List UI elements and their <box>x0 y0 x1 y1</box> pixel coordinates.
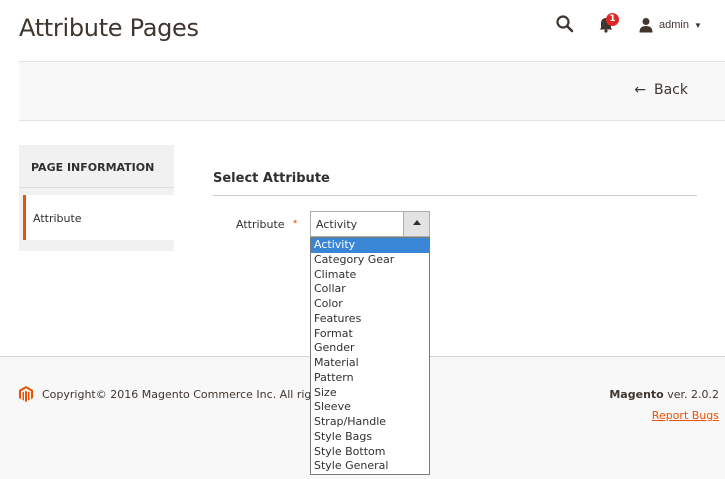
chevron-up-icon <box>413 220 421 225</box>
dropdown-option-activity[interactable]: Activity <box>311 238 429 253</box>
page-title: Attribute Pages <box>19 14 199 42</box>
attribute-field-label: Attribute <box>236 218 285 231</box>
dropdown-option-strap-handle[interactable]: Strap/Handle <box>311 415 429 430</box>
caret-down-icon: ▼ <box>693 20 702 30</box>
back-button-label: Back <box>654 82 688 98</box>
dropdown-option-material[interactable]: Material <box>311 356 429 371</box>
fieldset-title: Select Attribute <box>213 171 330 186</box>
dropdown-option-climate[interactable]: Climate <box>311 268 429 283</box>
dropdown-option-style-general[interactable]: Style General <box>311 459 429 474</box>
report-bugs-link[interactable]: Report Bugs <box>652 409 719 422</box>
side-nav: PAGE INFORMATION Attribute <box>19 145 174 251</box>
page-header: Attribute Pages 1 admin ▼ <box>0 0 725 60</box>
attribute-select-value: Activity <box>316 218 358 231</box>
brand-name: Magento <box>609 388 664 401</box>
page-actions-bar: ← Back <box>19 61 725 121</box>
dropdown-option-sleeve[interactable]: Sleeve <box>311 400 429 415</box>
dropdown-option-features[interactable]: Features <box>311 312 429 327</box>
magento-logo-icon <box>19 386 33 402</box>
version-text: Magento ver. 2.0.2 <box>609 388 719 401</box>
notification-badge[interactable]: 1 <box>606 13 619 26</box>
back-arrow-icon: ← <box>634 82 646 98</box>
fieldset-divider <box>213 195 697 196</box>
back-button[interactable]: ← Back <box>634 82 688 98</box>
required-marker: * <box>293 218 298 230</box>
dropdown-option-pattern[interactable]: Pattern <box>311 371 429 386</box>
dropdown-option-gender[interactable]: Gender <box>311 341 429 356</box>
dropdown-option-category-gear[interactable]: Category Gear <box>311 253 429 268</box>
select-toggle-button[interactable] <box>403 212 429 236</box>
side-nav-item-attribute[interactable]: Attribute <box>23 195 174 240</box>
dropdown-option-collar[interactable]: Collar <box>311 282 429 297</box>
version-number: ver. 2.0.2 <box>667 388 719 401</box>
user-menu[interactable]: admin ▼ <box>639 15 702 35</box>
dropdown-option-color[interactable]: Color <box>311 297 429 312</box>
dropdown-option-format[interactable]: Format <box>311 327 429 342</box>
user-name: admin <box>659 19 689 31</box>
dropdown-option-style-bottom[interactable]: Style Bottom <box>311 445 429 460</box>
search-icon <box>556 15 574 33</box>
attribute-dropdown-list[interactable]: Activity Category Gear Climate Collar Co… <box>310 237 430 475</box>
search-button[interactable] <box>555 14 575 34</box>
dropdown-option-size[interactable]: Size <box>311 386 429 401</box>
user-icon <box>639 18 653 33</box>
dropdown-option-style-bags[interactable]: Style Bags <box>311 430 429 445</box>
side-nav-title: PAGE INFORMATION <box>19 145 174 188</box>
attribute-select[interactable]: Activity <box>310 211 430 237</box>
copyright-text: Copyright© 2016 Magento Commerce Inc. Al… <box>42 388 310 401</box>
